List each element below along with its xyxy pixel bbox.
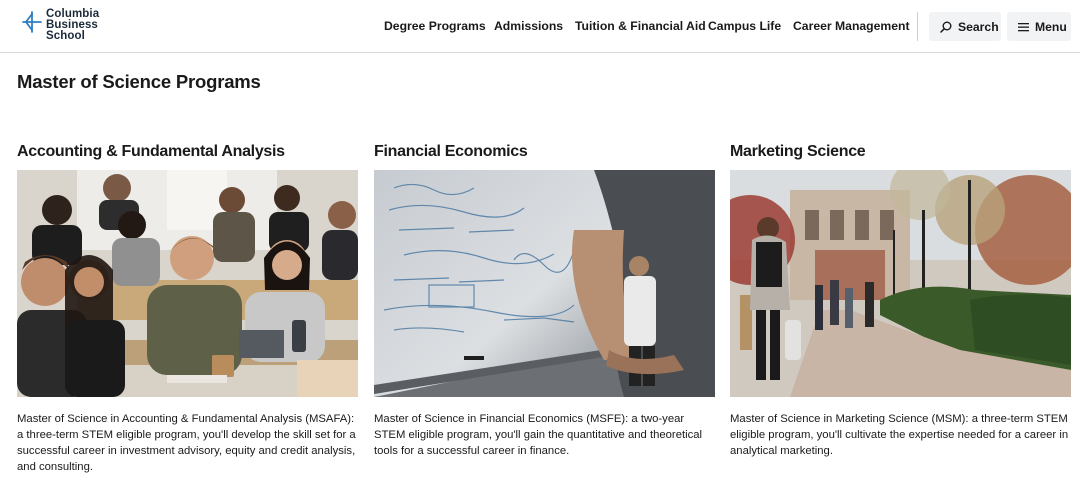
program-card-msm: Marketing Science Master of Science in M… [730,143,1072,457]
page-title: Master of Science Programs [17,71,261,92]
logo-line-3: School [46,30,85,42]
program-title-link[interactable]: Marketing Science [730,143,1072,165]
columbia-business-school-logo[interactable]: Columbia Business School [22,8,99,42]
program-card-msafa: Accounting & Fundamental Analysis Master… [17,143,359,473]
menu-label: Menu [1035,19,1067,34]
search-icon [940,21,952,33]
header-divider [917,12,918,41]
program-description: Master of Science in Accounting & Fundam… [17,413,356,473]
site-header: Columbia Business School Degree Programs… [0,0,1080,53]
logo-wordmark: Columbia Business School [46,8,99,42]
classroom-photo[interactable] [17,170,358,397]
nav-tuition-financial-aid[interactable]: Tuition & Financial Aid [575,19,706,33]
program-description: Master of Science in Financial Economics… [374,413,703,457]
nav-campus-life[interactable]: Campus Life [708,19,781,33]
menu-button[interactable]: Menu [1007,12,1071,41]
program-description: Master of Science in Marketing Science (… [730,413,1069,457]
nav-degree-programs[interactable]: Degree Programs [384,19,486,33]
program-card-msfe: Financial Economics Master of Science in… [374,143,716,457]
program-title-link[interactable]: Financial Economics [374,143,716,165]
nav-career-management[interactable]: Career Management [793,19,910,33]
crown-logo-icon [22,11,42,33]
hamburger-menu-icon [1018,22,1029,31]
search-label: Search [958,19,999,34]
campus-walkway-photo[interactable] [730,170,1071,397]
nav-admissions[interactable]: Admissions [494,19,563,33]
whiteboard-photo[interactable] [374,170,715,397]
search-button[interactable]: Search [929,12,1001,41]
program-title-link[interactable]: Accounting & Fundamental Analysis [17,143,359,165]
